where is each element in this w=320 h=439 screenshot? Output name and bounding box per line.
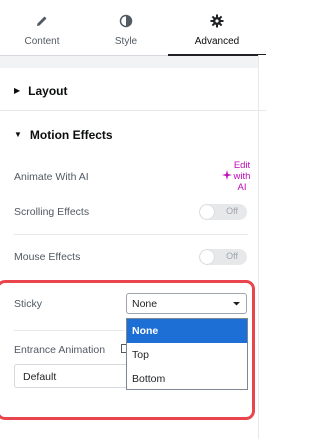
contrast-icon	[119, 14, 133, 28]
toggle-knob	[200, 205, 214, 219]
tab-content[interactable]: Content	[0, 0, 84, 55]
section-motion-title: Motion Effects	[29, 128, 113, 142]
section-layout-title: Layout	[28, 84, 68, 98]
tab-advanced[interactable]: Advanced	[168, 0, 266, 56]
ai-button-line-3: AI	[237, 182, 247, 193]
edit-with-ai-button[interactable]: Edit with AI	[222, 160, 252, 194]
gear-icon	[210, 14, 224, 28]
tab-style-label: Style	[114, 36, 138, 47]
sticky-dropdown-list: None Top Bottom	[126, 318, 248, 390]
sticky-option-top[interactable]: Top	[127, 343, 247, 367]
ai-button-line-2: with	[233, 171, 251, 182]
entrance-animation-select[interactable]: Default	[14, 364, 126, 388]
sticky-select-value: None	[132, 298, 158, 310]
control-divider	[14, 330, 124, 331]
toggle-state-text: Off	[226, 251, 238, 261]
sticky-label: Sticky	[14, 298, 43, 310]
control-divider	[14, 234, 248, 235]
tab-content-label: Content	[24, 36, 60, 47]
mouse-effects-toggle[interactable]: Off	[199, 249, 247, 265]
tab-advanced-label: Advanced	[194, 36, 240, 47]
caret-down-icon: ▼	[14, 130, 22, 139]
mouse-effects-label: Mouse Effects	[14, 251, 81, 263]
entrance-animation-value: Default	[23, 371, 57, 383]
panel-scroll-edge	[258, 55, 267, 439]
scrolling-effects-label: Scrolling Effects	[14, 206, 90, 218]
section-layout-header[interactable]: ▶ Layout	[14, 84, 68, 98]
toggle-state-text: Off	[226, 206, 238, 216]
tab-style[interactable]: Style	[84, 0, 168, 55]
section-spacer	[0, 56, 266, 68]
section-motion-header[interactable]: ▼ Motion Effects	[14, 128, 113, 142]
sticky-option-bottom[interactable]: Bottom	[127, 367, 247, 391]
chevron-down-icon	[233, 302, 240, 306]
caret-right-icon: ▶	[14, 86, 21, 95]
pencil-icon	[37, 16, 47, 26]
toggle-knob	[200, 250, 214, 264]
scrolling-effects-toggle[interactable]: Off	[199, 204, 247, 220]
panel-tabs: Content Style Advanced	[0, 0, 266, 56]
section-divider	[0, 110, 266, 111]
entrance-animation-label: Entrance Animation	[14, 344, 106, 356]
sticky-select[interactable]: None	[126, 293, 247, 314]
sticky-option-none[interactable]: None	[127, 319, 247, 343]
animate-ai-label: Animate With AI	[14, 171, 89, 183]
ai-button-line-1: Edit	[233, 160, 251, 171]
